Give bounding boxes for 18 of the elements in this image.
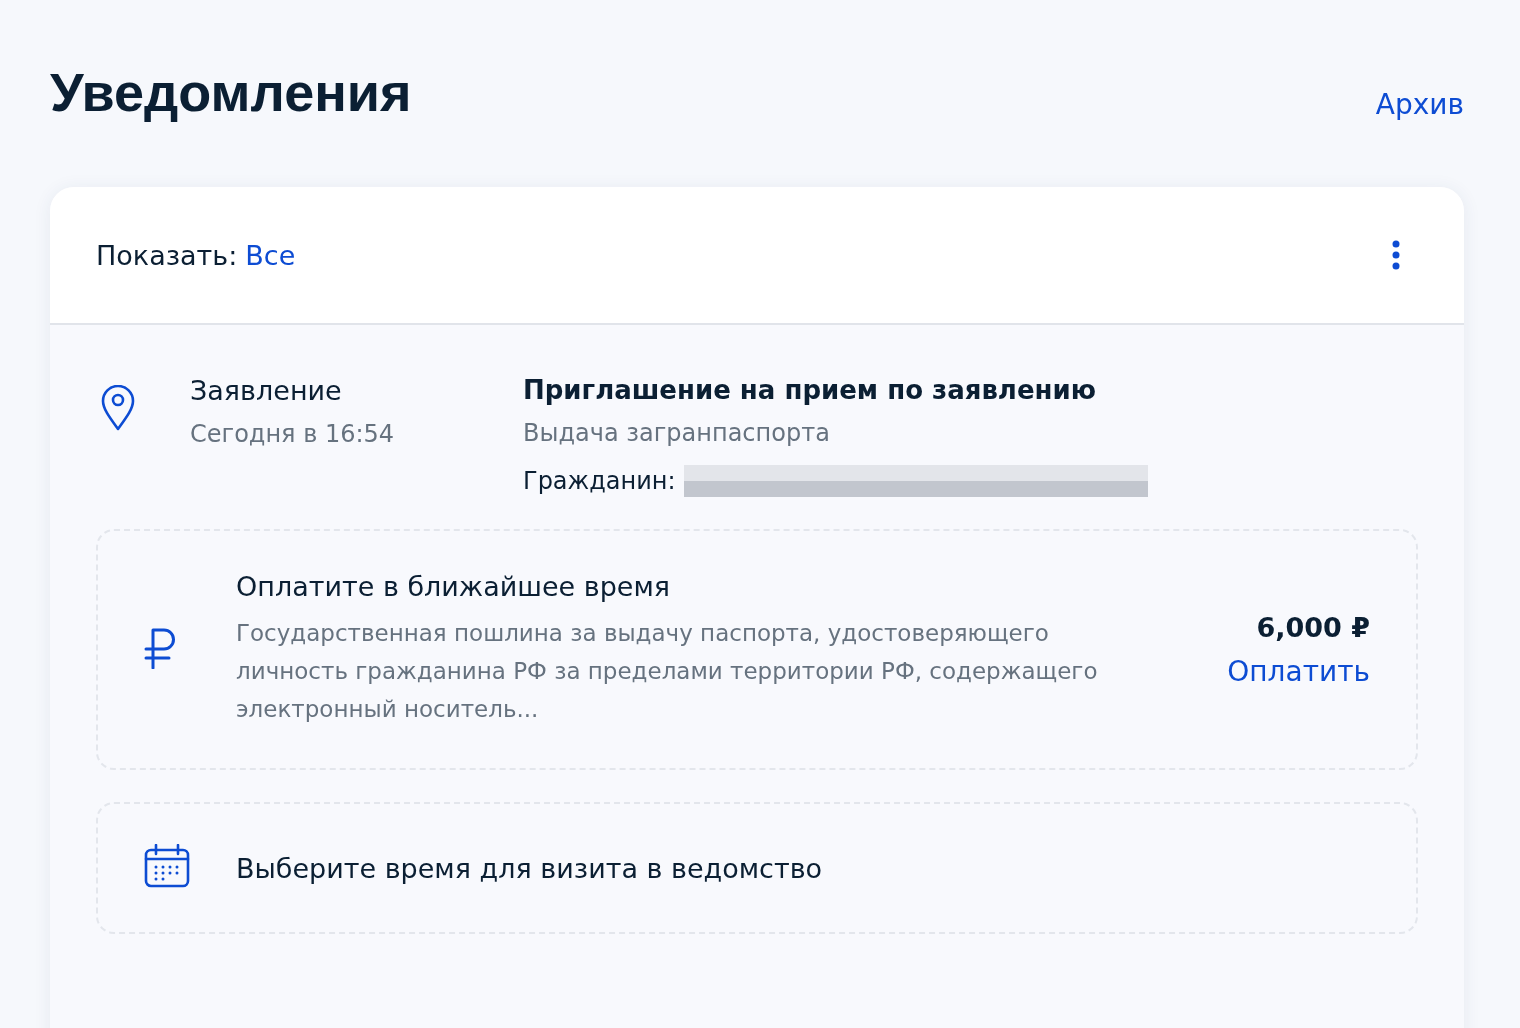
task-title: Выберите время для визита в ведомство: [236, 852, 823, 884]
notification-category: Заявление: [190, 375, 343, 406]
archive-link[interactable]: Архив: [1375, 88, 1464, 121]
notification-subtitle: Выдача загранпаспорта: [523, 419, 831, 447]
ruble-icon: [144, 626, 178, 669]
citizen-label: Гражданин:: [523, 467, 676, 495]
calendar-icon: [144, 844, 190, 888]
notification-time: Сегодня в 16:54: [190, 420, 396, 448]
location-pin-icon: [100, 385, 136, 431]
task-description: Государственная пошлина за выдачу паспорта, удостоверяющего личность гражданина РФ за пределами территории РФ, содержащего электронный носитель...: [236, 619, 1099, 724]
filter-dropdown[interactable]: Все: [245, 239, 296, 271]
notification-title: Приглашение на прием по заявлению: [523, 375, 1097, 405]
task-title: Оплатите в ближайшее время: [236, 571, 672, 602]
pay-link[interactable]: Оплатить: [1227, 654, 1370, 688]
filter-label: Показать:: [96, 239, 238, 271]
more-options-icon[interactable]: [1392, 240, 1400, 270]
page-title: Уведомления: [50, 61, 412, 124]
payment-amount: 6,000 ₽: [1256, 611, 1370, 643]
